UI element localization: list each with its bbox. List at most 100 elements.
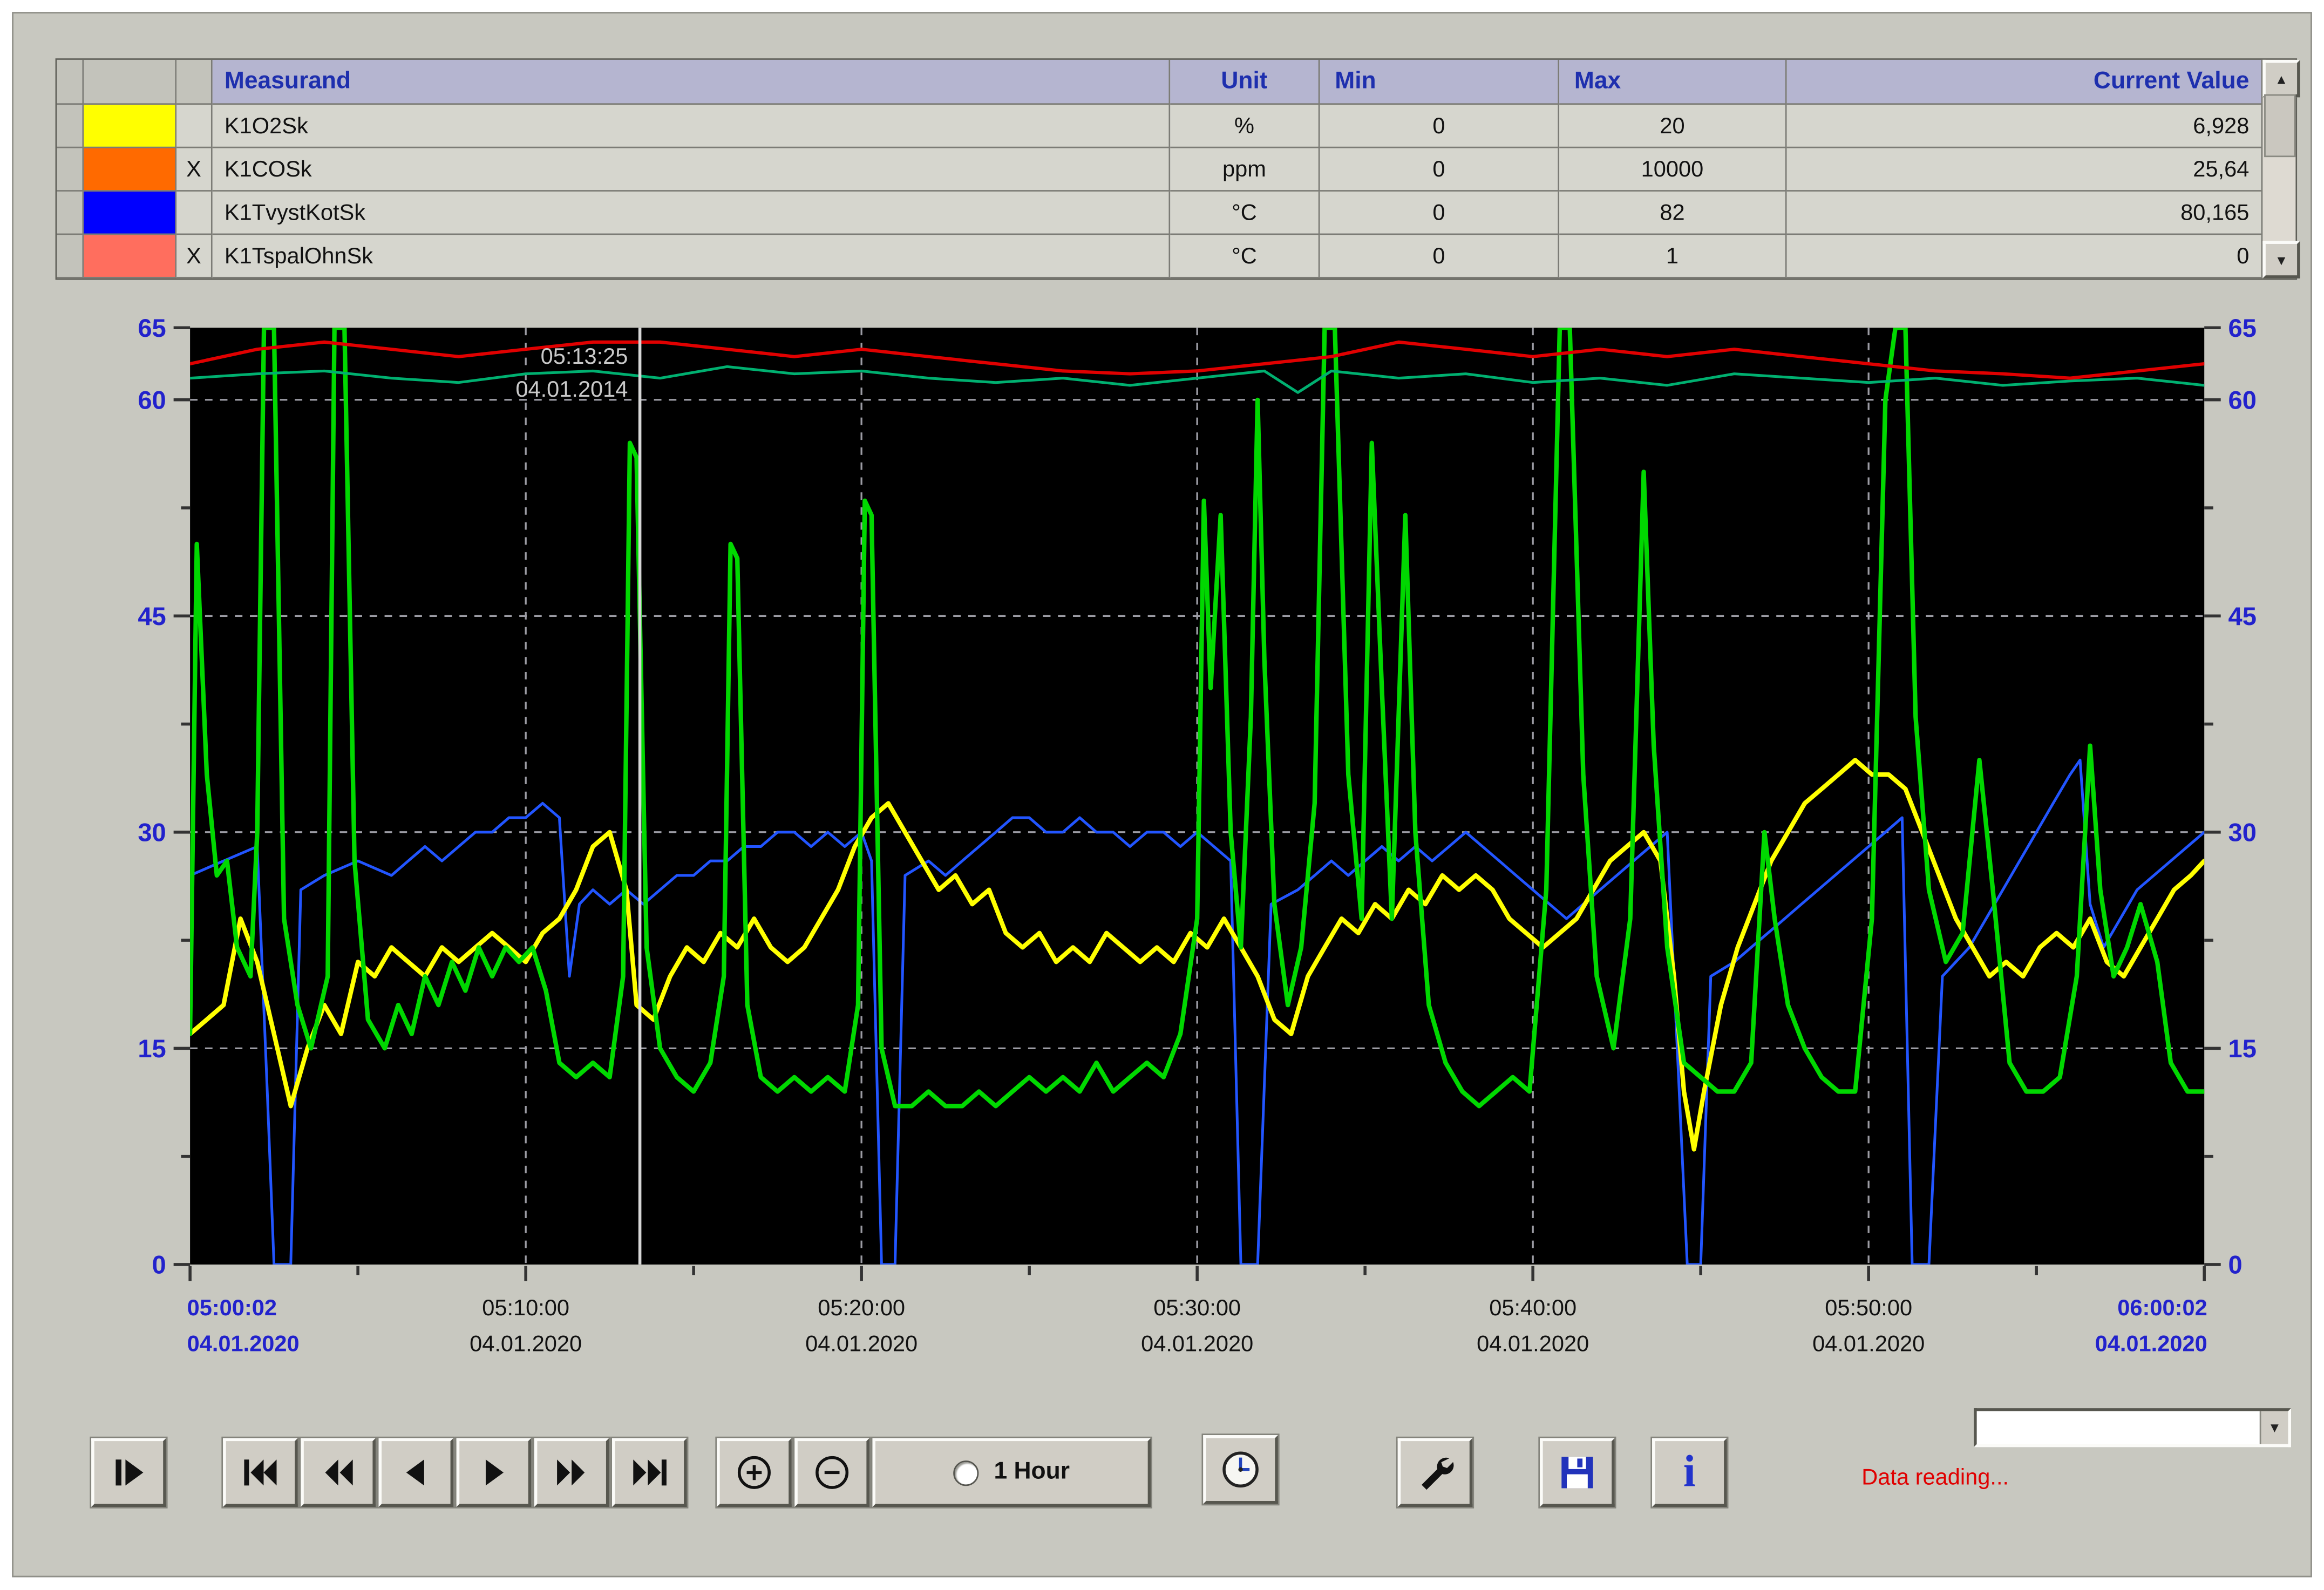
svg-text:05:13:25: 05:13:25	[541, 343, 628, 369]
zoom-out-button[interactable]	[794, 1438, 869, 1507]
fast-forward-icon	[552, 1453, 591, 1492]
jump-to-end-icon	[630, 1453, 669, 1492]
measurand-name: K1COSk	[213, 148, 1171, 191]
row-spacer	[57, 148, 84, 191]
header-selected-column	[176, 60, 213, 105]
svg-text:30: 30	[2228, 818, 2257, 846]
info-button[interactable]: i	[1652, 1438, 1727, 1507]
step-back-button[interactable]	[378, 1438, 453, 1507]
measurand-unit: °C	[1170, 192, 1320, 235]
table-scrollbar[interactable]: ▲ ▼	[2261, 60, 2296, 278]
svg-text:30: 30	[138, 818, 166, 846]
row-selected-mark: X	[176, 148, 213, 191]
header-spacer	[57, 60, 84, 105]
table-row[interactable]: K1O2Sk%0206,928	[57, 105, 2262, 148]
scroll-up-button[interactable]: ▲	[2262, 60, 2300, 97]
header-unit: Unit	[1170, 60, 1320, 105]
row-spacer	[57, 105, 84, 148]
svg-text:05:20:00: 05:20:00	[818, 1295, 905, 1320]
measurand-max: 1	[1559, 235, 1786, 278]
svg-text:45: 45	[2228, 602, 2257, 630]
row-color-swatch	[84, 105, 176, 148]
header-min: Min	[1320, 60, 1560, 105]
measurand-name: K1TspalOhnSk	[213, 235, 1171, 278]
trend-combo-box[interactable]: ▼	[1974, 1408, 2291, 1447]
svg-text:04.01.2020: 04.01.2020	[1141, 1331, 1253, 1356]
step-forward-button[interactable]	[91, 1438, 166, 1507]
measurand-min: 0	[1320, 105, 1560, 148]
row-spacer	[57, 192, 84, 235]
row-selected-mark	[176, 192, 213, 235]
toolbar: 1 Hour	[56, 1417, 2296, 1567]
zoom-in-button[interactable]	[717, 1438, 792, 1507]
svg-text:05:50:00: 05:50:00	[1825, 1295, 1912, 1320]
row-spacer	[57, 235, 84, 278]
measurand-max: 10000	[1559, 148, 1786, 191]
svg-text:15: 15	[138, 1034, 166, 1063]
clock-button[interactable]	[1203, 1435, 1278, 1504]
combo-input[interactable]	[1977, 1411, 2260, 1444]
play-forward-button[interactable]	[457, 1438, 532, 1507]
svg-text:65: 65	[138, 314, 166, 342]
measurand-name: K1TvystKotSk	[213, 192, 1171, 235]
header-max: Max	[1559, 60, 1786, 105]
zoom-in-icon	[733, 1452, 776, 1494]
measurand-name: K1O2Sk	[213, 105, 1171, 148]
measurand-table: Measurand Unit Min Max Current Value K1O…	[56, 58, 2298, 280]
svg-text:04.01.2020: 04.01.2020	[470, 1331, 582, 1356]
measurand-unit: ppm	[1170, 148, 1320, 191]
measurand-current-value: 25,64	[1787, 148, 2263, 191]
svg-text:04.01.2020: 04.01.2020	[187, 1331, 300, 1356]
scroll-down-button[interactable]: ▼	[2262, 241, 2300, 278]
zoom-out-icon	[811, 1452, 853, 1494]
step-forward-icon	[109, 1453, 148, 1492]
svg-text:05:40:00: 05:40:00	[1489, 1295, 1576, 1320]
svg-text:60: 60	[2228, 385, 2257, 414]
measurand-current-value: 6,928	[1787, 105, 2263, 148]
combo-dropdown-button[interactable]: ▼	[2260, 1411, 2288, 1444]
fast-rewind-button[interactable]	[301, 1438, 376, 1507]
svg-text:0: 0	[152, 1251, 166, 1279]
measurand-unit: %	[1170, 105, 1320, 148]
svg-text:04.01.2020: 04.01.2020	[1477, 1331, 1589, 1356]
fast-rewind-icon	[319, 1453, 358, 1492]
header-current-value: Current Value	[1787, 60, 2263, 105]
app-window: Measurand Unit Min Max Current Value K1O…	[0, 0, 2324, 1589]
one-hour-radio[interactable]	[954, 1460, 979, 1485]
zoom-control-group: 1 Hour	[717, 1438, 1151, 1507]
table-row[interactable]: XK1COSkppm01000025,64	[57, 148, 2262, 191]
save-button[interactable]	[1540, 1438, 1615, 1507]
settings-button[interactable]	[1398, 1438, 1473, 1507]
jump-to-end-button[interactable]	[612, 1438, 687, 1507]
measurand-current-value: 0	[1787, 235, 2263, 278]
measurand-min: 0	[1320, 235, 1560, 278]
jump-to-start-icon	[241, 1453, 280, 1492]
row-selected-mark	[176, 105, 213, 148]
clock-icon	[1218, 1447, 1263, 1492]
scroll-down-icon: ▼	[2275, 252, 2288, 267]
svg-text:0: 0	[2228, 1251, 2243, 1279]
fast-forward-button[interactable]	[534, 1438, 609, 1507]
row-color-swatch	[84, 148, 176, 191]
table-row[interactable]: K1TvystKotSk°C08280,165	[57, 192, 2262, 235]
measurand-min: 0	[1320, 192, 1560, 235]
combo-dropdown-icon: ▼	[2268, 1420, 2281, 1435]
svg-text:45: 45	[138, 602, 166, 630]
svg-text:04.01.2020: 04.01.2020	[2095, 1331, 2207, 1356]
row-color-swatch	[84, 235, 176, 278]
measurand-current-value: 80,165	[1787, 192, 2263, 235]
row-selected-mark: X	[176, 235, 213, 278]
measurand-max: 82	[1559, 192, 1786, 235]
row-color-swatch	[84, 192, 176, 235]
measurand-max: 20	[1559, 105, 1786, 148]
measurand-unit: °C	[1170, 235, 1320, 278]
svg-text:04.01.2020: 04.01.2020	[805, 1331, 918, 1356]
header-measurand: Measurand	[213, 60, 1171, 105]
scrollbar-thumb[interactable]	[2264, 94, 2295, 157]
jump-to-start-button[interactable]	[223, 1438, 298, 1507]
table-row[interactable]: XK1TspalOhnSk°C010	[57, 235, 2262, 278]
svg-text:05:00:02: 05:00:02	[187, 1295, 277, 1320]
svg-text:06:00:02: 06:00:02	[2117, 1295, 2207, 1320]
svg-text:60: 60	[138, 385, 166, 414]
measurand-min: 0	[1320, 148, 1560, 191]
